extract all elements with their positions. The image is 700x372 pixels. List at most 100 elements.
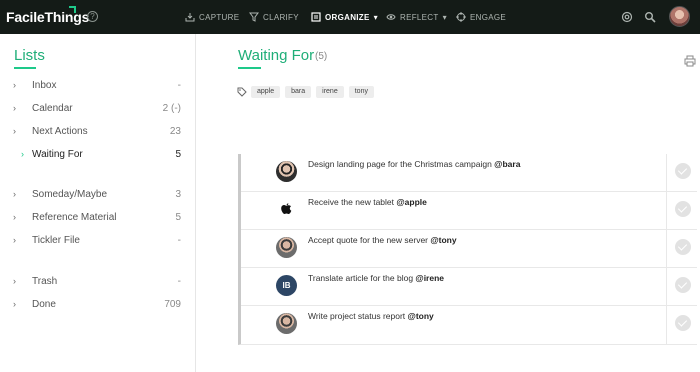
nav-engage-label: ENGAGE	[470, 12, 507, 22]
task-row[interactable]: Receive the new tablet @apple	[241, 192, 697, 230]
sidebar-item-done[interactable]: › Done 709	[0, 298, 196, 314]
sidebar-item-label: Waiting For	[32, 149, 83, 160]
user-avatar[interactable]	[669, 6, 690, 27]
tag-apple[interactable]: apple	[251, 86, 281, 98]
task-mention: @irene	[415, 273, 445, 283]
sidebar-item-label: Calendar	[32, 103, 73, 114]
sidebar-item-trash[interactable]: › Trash -	[0, 275, 196, 291]
tag-icon	[237, 87, 247, 97]
task-done-cell	[666, 306, 697, 344]
print-icon[interactable]	[684, 55, 696, 67]
title-underline	[238, 67, 261, 69]
sidebar-item-waiting-for[interactable]: › Waiting For 5	[0, 148, 196, 164]
nav-reflect-label: REFLECT	[400, 12, 439, 22]
filter-icon	[249, 12, 259, 22]
task-list: Design landing page for the Christmas ca…	[238, 154, 697, 345]
nav-capture[interactable]: CAPTURE	[185, 12, 239, 22]
sidebar-item-label: Trash	[32, 276, 58, 287]
logo-mark	[69, 6, 76, 13]
task-mention: @tony	[430, 235, 457, 245]
avatar	[276, 237, 297, 258]
nav-clarify[interactable]: CLARIFY	[249, 12, 299, 22]
sidebar-item-count: -	[177, 235, 181, 246]
chevron-down-icon: ▾	[373, 12, 378, 22]
task-mention: @apple	[396, 197, 427, 207]
sidebar-item-label: Tickler File	[32, 235, 80, 246]
task-row[interactable]: IB Translate article for the blog @irene	[241, 268, 697, 306]
task-done-cell	[666, 192, 697, 229]
sidebar-item-next-actions[interactable]: › Next Actions 23	[0, 125, 196, 141]
page-title-count: (5)	[315, 51, 328, 62]
check-icon[interactable]	[675, 277, 691, 293]
chevron-right-icon: ›	[13, 299, 16, 309]
sidebar-item-count: 23	[169, 126, 181, 137]
chevron-right-icon: ›	[13, 80, 16, 90]
sidebar-item-label: Someday/Maybe	[32, 189, 108, 200]
sidebar-item-label: Reference Material	[32, 212, 117, 223]
sidebar-item-tickler-file[interactable]: › Tickler File -	[0, 234, 196, 250]
chevron-right-icon: ›	[13, 235, 16, 245]
sidebar-item-count: -	[177, 80, 181, 91]
task-text[interactable]: Receive the new tablet @apple	[308, 197, 427, 207]
chevron-right-icon: ›	[21, 149, 24, 159]
focus-target-icon[interactable]	[621, 11, 633, 23]
sidebar-item-count: 709	[164, 299, 181, 310]
chevron-right-icon: ›	[13, 276, 16, 286]
nav-organize[interactable]: ORGANIZE ▾	[311, 12, 378, 22]
sidebar-item-count: 5	[175, 149, 181, 160]
task-row[interactable]: Accept quote for the new server @tony	[241, 230, 697, 268]
sidebar-item-inbox[interactable]: › Inbox -	[0, 79, 196, 95]
sidebar-item-count: 5	[175, 212, 181, 223]
search-icon[interactable]	[644, 11, 656, 23]
top-nav-bar: FacileThings ? CAPTURE CLARIFY ORGANIZE …	[0, 0, 700, 34]
app-logo[interactable]: FacileThings	[6, 9, 89, 25]
avatar	[276, 161, 297, 182]
tag-tony[interactable]: tony	[348, 86, 374, 98]
avatar	[276, 313, 297, 334]
task-row[interactable]: Write project status report @tony	[241, 306, 697, 344]
task-done-cell	[666, 154, 697, 191]
chevron-right-icon: ›	[13, 212, 16, 222]
check-icon[interactable]	[675, 201, 691, 217]
task-text[interactable]: Accept quote for the new server @tony	[308, 235, 457, 245]
title-underline	[14, 67, 36, 69]
chevron-right-icon: ›	[13, 103, 16, 113]
task-mention: @bara	[494, 159, 521, 169]
chevron-right-icon: ›	[13, 126, 16, 136]
sidebar-item-count: -	[177, 276, 181, 287]
nav-organize-label: ORGANIZE	[325, 12, 370, 22]
sidebar-item-count: 3	[175, 189, 181, 200]
tag-irene[interactable]: irene	[316, 86, 344, 98]
nav-engage[interactable]: ENGAGE	[456, 12, 506, 22]
target-icon	[456, 12, 466, 22]
sidebar-title: Lists	[14, 47, 45, 64]
sidebar-item-someday-maybe[interactable]: › Someday/Maybe 3	[0, 188, 196, 204]
task-done-cell	[666, 230, 697, 267]
sidebar-item-label: Inbox	[32, 80, 57, 91]
sidebar-item-reference-material[interactable]: › Reference Material 5	[0, 211, 196, 227]
chevron-down-icon: ▾	[442, 12, 447, 22]
tray-in-icon	[185, 13, 195, 22]
sidebar-item-calendar[interactable]: › Calendar 2 (-)	[0, 102, 196, 118]
nav-capture-label: CAPTURE	[199, 12, 240, 22]
help-icon[interactable]: ?	[87, 11, 98, 22]
chevron-right-icon: ›	[13, 189, 16, 199]
check-icon[interactable]	[675, 239, 691, 255]
reflect-icon	[386, 14, 396, 20]
tag-bara[interactable]: bara	[285, 86, 312, 98]
task-text[interactable]: Write project status report @tony	[308, 311, 434, 321]
nav-clarify-label: CLARIFY	[263, 12, 299, 22]
task-text[interactable]: Design landing page for the Christmas ca…	[308, 159, 520, 169]
task-row[interactable]: Design landing page for the Christmas ca…	[241, 154, 697, 192]
sidebar-item-label: Next Actions	[32, 126, 88, 137]
check-icon[interactable]	[675, 315, 691, 331]
sidebar-item-count: 2 (-)	[162, 103, 181, 114]
task-done-cell	[666, 268, 697, 305]
apple-logo-icon	[276, 199, 297, 220]
check-icon[interactable]	[675, 163, 691, 179]
task-text[interactable]: Translate article for the blog @irene	[308, 273, 444, 283]
nav-reflect[interactable]: REFLECT ▾	[386, 12, 447, 22]
page-title: Waiting For	[238, 47, 315, 64]
sidebar-item-label: Done	[32, 299, 56, 310]
sidebar: Lists › Inbox - › Calendar 2 (-) › Next …	[0, 34, 196, 372]
